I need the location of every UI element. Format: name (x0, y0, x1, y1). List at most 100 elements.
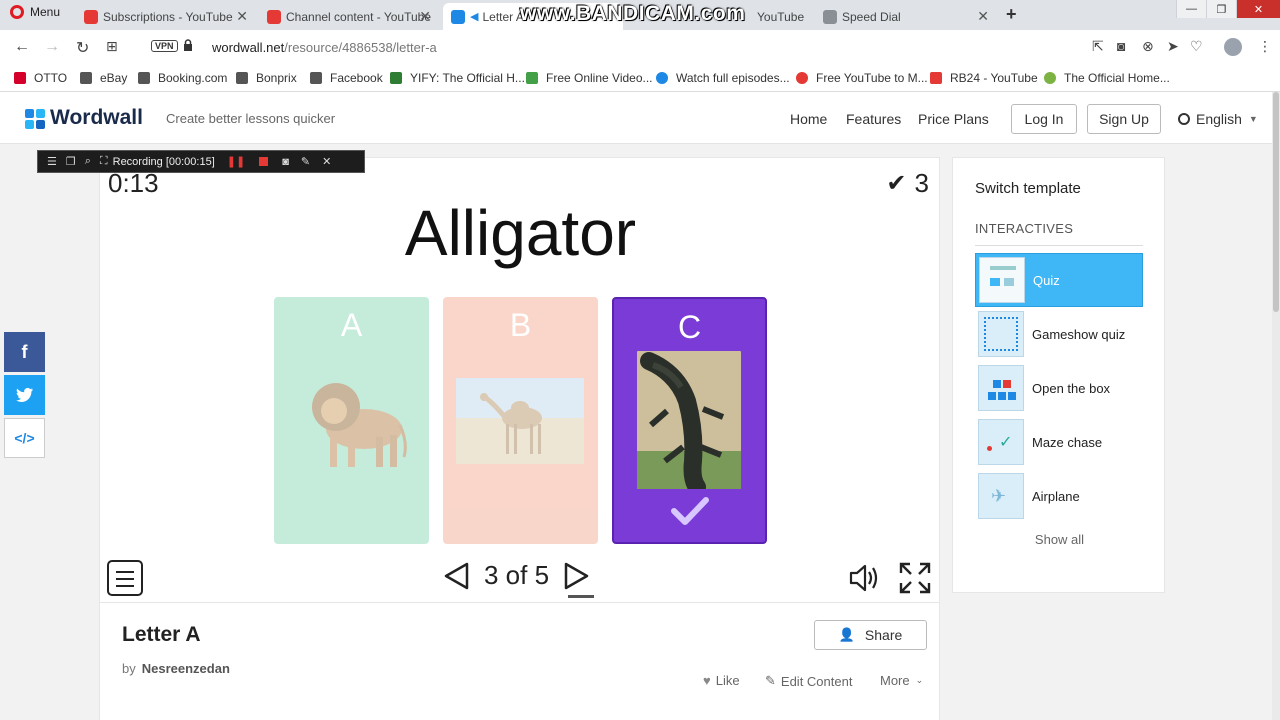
forward-icon[interactable]: → (44, 38, 60, 56)
bookmark-label: YIFY: The Official H... (410, 71, 525, 85)
bookmark-free-online-video[interactable]: Free Online Video... (526, 71, 653, 85)
window-mode-icon[interactable]: ❐ (66, 155, 76, 168)
bookmark-otto[interactable]: OTTO (14, 71, 67, 85)
adblock-icon[interactable]: ⊗ (1142, 38, 1154, 55)
back-icon[interactable]: ← (14, 38, 30, 56)
pencil-icon: ✎ (765, 673, 776, 688)
toolbar-menu-icon[interactable]: ☰ (47, 155, 57, 168)
reload-icon[interactable]: ↻ (76, 38, 89, 58)
bookmarks-bar: OTTO eBay Booking.com Bonprix Facebook Y… (0, 64, 1280, 92)
fullscreen-icon[interactable] (899, 562, 931, 594)
heart-icon[interactable]: ♡ (1190, 38, 1203, 55)
bookmark-label: eBay (100, 71, 128, 85)
twitter-icon (15, 387, 33, 402)
new-tab-icon[interactable]: + (1006, 4, 1017, 25)
nav-home[interactable]: Home (790, 111, 827, 127)
template-airplane[interactable]: ✈ Airplane (975, 469, 1143, 523)
answer-card-b[interactable]: B (443, 297, 598, 544)
pen-icon[interactable]: ✎ (301, 155, 310, 168)
bandicam-watermark: www.BANDICAM.com (520, 2, 746, 25)
author-link[interactable]: Nesreenzedan (142, 661, 230, 676)
more-menu-icon[interactable]: ⋮ (1258, 38, 1272, 55)
template-quiz[interactable]: Quiz (975, 253, 1143, 307)
tab-close-icon[interactable]: ✕ (977, 8, 989, 25)
game-menu-button[interactable] (107, 560, 143, 596)
answer-card-a[interactable]: A (274, 297, 429, 544)
pause-icon[interactable]: ❚❚ (227, 155, 245, 168)
show-all-link[interactable]: Show all (953, 532, 1166, 547)
bookmark-official-home[interactable]: The Official Home... (1044, 71, 1170, 85)
wordwall-logo-icon[interactable] (25, 109, 45, 129)
url-field[interactable]: wordwall.net/resource/4886538/letter-a (212, 40, 437, 55)
share-button[interactable]: 👤 Share (814, 620, 927, 650)
next-arrow-icon[interactable] (561, 561, 591, 591)
chevron-down-icon: ▼ (1248, 114, 1258, 124)
tab-close-icon[interactable]: ✕ (419, 8, 431, 25)
tab-subscriptions-youtube[interactable]: Subscriptions - YouTube ✕ (76, 3, 256, 30)
code-icon: </> (14, 430, 35, 446)
tab-title: Speed Dial (842, 9, 901, 24)
profile-avatar-icon[interactable] (1224, 38, 1242, 56)
template-open-the-box[interactable]: Open the box (975, 361, 1143, 415)
template-name: Gameshow quiz (1032, 326, 1126, 342)
language-selector[interactable]: English ▼ (1178, 111, 1258, 127)
facebook-share-button[interactable]: f (4, 332, 45, 372)
correct-check-icon (671, 497, 709, 525)
window-close-icon[interactable]: ✕ (1236, 0, 1280, 18)
youtube-icon (267, 9, 281, 24)
game-panel: 0:13 ✔ 3 Alligator A B C 3 of 5 (99, 157, 940, 603)
bookmark-facebook[interactable]: Facebook (310, 71, 383, 85)
activity-info: Letter A by Nesreenzedan 👤 Share ♥ Like ✎… (99, 603, 940, 720)
send-icon[interactable]: ➤ (1167, 38, 1179, 55)
browser-menu-button[interactable]: Menu (10, 5, 60, 19)
page-scrollbar[interactable] (1272, 92, 1280, 720)
bookmark-rb24-youtube[interactable]: RB24 - YouTube (930, 71, 1038, 85)
signup-button[interactable]: Sign Up (1087, 104, 1161, 134)
answer-card-c[interactable]: C (612, 297, 767, 544)
speaker-icon: ◀ (470, 11, 479, 23)
tab-speed-dial[interactable]: Speed Dial ✕ (815, 3, 997, 30)
tab-close-icon[interactable]: ✕ (236, 8, 248, 25)
login-button[interactable]: Log In (1011, 104, 1077, 134)
minimize-icon[interactable]: — (1176, 0, 1206, 18)
more-button[interactable]: More ⌄ (880, 673, 923, 688)
tab-channel-content[interactable]: Channel content - YouTube ✕ (259, 3, 439, 30)
browser-tab-strip: Menu Subscriptions - YouTube ✕ Channel c… (0, 0, 1280, 30)
more-label: More (880, 673, 910, 688)
edit-content-button[interactable]: ✎ Edit Content (765, 673, 852, 689)
speaker-icon[interactable] (848, 563, 880, 593)
template-gameshow-quiz[interactable]: Gameshow quiz (975, 307, 1143, 361)
address-bar: ← → ↻ ⊞ VPN wordwall.net/resource/488653… (0, 30, 1280, 64)
question-pager: 3 of 5 (442, 560, 591, 591)
bookmark-yify[interactable]: YIFY: The Official H... (390, 71, 525, 85)
like-button[interactable]: ♥ Like (703, 673, 740, 688)
twitter-share-button[interactable] (4, 375, 45, 415)
zoom-icon[interactable]: ⌕ (85, 155, 91, 168)
youtube-icon (930, 72, 942, 84)
bookmark-booking[interactable]: Booking.com (138, 71, 227, 85)
tab-title: Letter A (482, 9, 524, 24)
bookmark-watch-full-episodes[interactable]: Watch full episodes... (656, 71, 790, 85)
bookmark-bonprix[interactable]: Bonprix (236, 71, 297, 85)
site-logo[interactable]: Wordwall (50, 106, 143, 130)
embed-button[interactable]: </> (4, 418, 45, 458)
vpn-badge[interactable]: VPN (151, 40, 178, 52)
template-maze-chase[interactable]: ✓ Maze chase (975, 415, 1143, 469)
score-counter: ✔ 3 (886, 168, 929, 199)
scrollbar-thumb[interactable] (1273, 92, 1279, 312)
camera-icon[interactable]: ◙ (282, 156, 289, 168)
snapshot-icon[interactable]: ◙ (1117, 38, 1125, 54)
bookmark-free-youtube-to-mp3[interactable]: Free YouTube to M... (796, 71, 928, 85)
restore-icon[interactable]: ❐ (1206, 0, 1236, 18)
nav-features[interactable]: Features (846, 111, 901, 127)
close-icon[interactable]: ✕ (322, 155, 331, 168)
facebook-icon: f (21, 341, 28, 362)
stop-icon[interactable] (259, 157, 269, 166)
previous-arrow-icon[interactable] (442, 561, 472, 591)
tabs-grid-icon[interactable]: ⊞ (106, 38, 118, 55)
share-page-icon[interactable]: ⇱ (1092, 38, 1104, 55)
nav-price-plans[interactable]: Price Plans (918, 111, 989, 127)
bookmark-ebay[interactable]: eBay (80, 71, 127, 85)
bookmark-label: Watch full episodes... (676, 71, 790, 85)
capture-area-icon[interactable]: ⛶ (100, 155, 108, 168)
